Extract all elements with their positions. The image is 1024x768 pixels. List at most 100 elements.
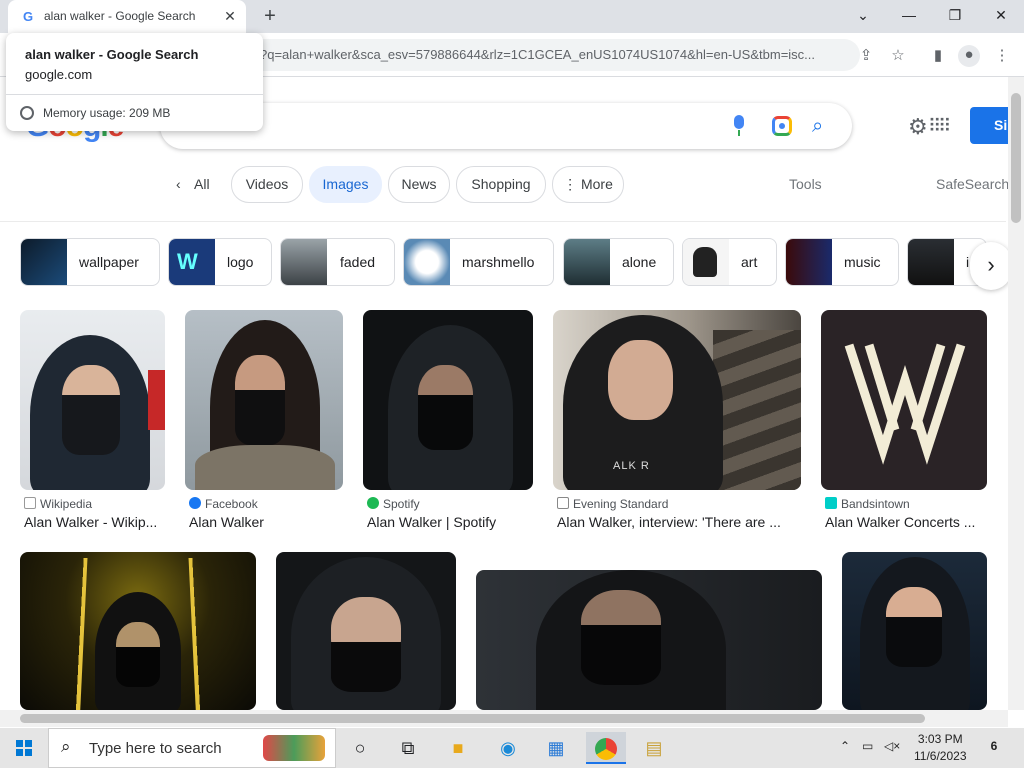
show-hidden-icons-icon[interactable]: ⌃: [840, 739, 850, 753]
notifications-icon[interactable]: 6: [984, 739, 1004, 753]
tab-all[interactable]: All: [194, 166, 210, 203]
safesearch-button[interactable]: SafeSearch: [936, 176, 1009, 192]
pill-label: music: [844, 254, 881, 270]
search-input[interactable]: [160, 103, 852, 149]
start-button[interactable]: [0, 728, 48, 768]
result-image[interactable]: ALK R: [553, 310, 801, 490]
tab-news[interactable]: News: [388, 166, 450, 203]
pill-label: i: [966, 254, 970, 270]
result-caption[interactable]: Alan Walker: [189, 514, 343, 530]
tab-videos[interactable]: Videos: [231, 166, 303, 203]
result-image[interactable]: [276, 552, 456, 710]
file-explorer-icon[interactable]: ■: [438, 732, 478, 764]
horizontal-scroll-thumb[interactable]: [20, 714, 925, 723]
related-search-pill[interactable]: wallpaper: [20, 238, 160, 286]
search-icon[interactable]: ⌕: [812, 115, 823, 138]
result-image[interactable]: [20, 552, 256, 710]
chrome-icon[interactable]: [586, 732, 626, 764]
hover-card-memory: Memory usage: 209 MB: [43, 106, 171, 120]
browser-tab[interactable]: G alan walker - Google Search ✕: [8, 0, 246, 33]
evening-standard-icon: [557, 497, 569, 509]
pill-thumbnail: [683, 239, 729, 285]
taskbar-search-box[interactable]: ⌕ Type here to search: [48, 728, 336, 768]
result-image[interactable]: [821, 310, 987, 490]
close-window-button[interactable]: ✕: [978, 0, 1024, 30]
spotify-icon: [367, 497, 379, 509]
result-image[interactable]: [476, 570, 822, 710]
result-image[interactable]: [842, 552, 987, 710]
pill-label: alone: [622, 254, 657, 270]
tab-images[interactable]: Images: [309, 166, 382, 203]
google-lens-icon[interactable]: [772, 116, 792, 136]
url-text: ?q=alan+walker&sca_esv=579886644&rlz=1C1…: [260, 47, 816, 62]
result-source[interactable]: Evening Standard: [557, 497, 668, 511]
related-search-pill[interactable]: W logo: [168, 238, 272, 286]
back-chevron-icon[interactable]: ‹: [176, 166, 181, 203]
result-caption[interactable]: Alan Walker | Spotify: [367, 514, 533, 530]
more-dots-icon: ⋮: [563, 176, 578, 192]
tools-button[interactable]: Tools: [789, 176, 822, 192]
header-divider: [0, 221, 1006, 222]
edge-icon[interactable]: ◉: [488, 732, 528, 764]
taskbar-search-placeholder: Type here to search: [89, 740, 222, 757]
pill-thumbnail: W: [169, 239, 215, 285]
related-search-pill[interactable]: art: [682, 238, 777, 286]
result-source[interactable]: Wikipedia: [24, 497, 92, 511]
result-image[interactable]: [185, 310, 343, 490]
hoodie-print-text: ALK R: [613, 460, 650, 472]
result-source[interactable]: Facebook: [189, 497, 258, 511]
restore-button[interactable]: ❐: [932, 0, 978, 30]
result-caption[interactable]: Alan Walker, interview: 'There are ...: [557, 514, 802, 530]
close-tab-icon[interactable]: ✕: [222, 8, 238, 24]
search-highlight-icon: [263, 735, 325, 761]
horizontal-scrollbar[interactable]: [0, 710, 1008, 727]
windows-logo-icon: [16, 740, 32, 756]
chrome-menu-icon[interactable]: ⋮: [992, 46, 1012, 66]
tab-title: alan walker - Google Search: [44, 9, 196, 23]
tab-more[interactable]: ⋮ More: [552, 166, 624, 203]
pill-label: logo: [227, 254, 254, 270]
vertical-scrollbar[interactable]: [1008, 77, 1024, 710]
pill-thumbnail: [564, 239, 610, 285]
related-search-pill[interactable]: marshmello: [403, 238, 554, 286]
app-icon[interactable]: ▤: [634, 732, 674, 764]
chevron-right-icon[interactable]: ›: [970, 242, 1012, 290]
hover-card-title: alan walker - Google Search: [25, 47, 199, 62]
minimize-button[interactable]: —: [886, 0, 932, 30]
settings-gear-icon[interactable]: ⚙: [908, 114, 928, 140]
related-search-pill[interactable]: faded: [280, 238, 395, 286]
network-icon[interactable]: ▭: [862, 739, 873, 753]
related-search-pill[interactable]: alone: [563, 238, 674, 286]
result-image[interactable]: [20, 310, 165, 490]
new-tab-button[interactable]: +: [258, 4, 282, 28]
tab-shopping[interactable]: Shopping: [456, 166, 546, 203]
tab-more-label: More: [580, 176, 613, 192]
result-source[interactable]: Bandsintown: [825, 497, 910, 511]
related-search-pill[interactable]: music: [785, 238, 899, 286]
cortana-icon[interactable]: ○: [340, 732, 380, 764]
vertical-scroll-thumb[interactable]: [1011, 93, 1021, 223]
facebook-icon: [189, 497, 201, 509]
taskbar-clock[interactable]: 3:03 PM 11/6/2023: [914, 731, 967, 765]
result-image[interactable]: [363, 310, 533, 490]
result-caption[interactable]: Alan Walker Concerts ...: [825, 514, 987, 530]
volume-icon[interactable]: ◁×: [884, 739, 900, 753]
share-icon[interactable]: ⇪: [856, 46, 876, 66]
voice-search-icon[interactable]: [731, 114, 747, 138]
task-view-icon[interactable]: ⧉: [388, 732, 428, 764]
memory-gauge-icon: [20, 106, 34, 120]
notification-count: 6: [990, 739, 998, 753]
side-panel-icon[interactable]: ▮: [928, 46, 948, 66]
walker-logo-icon: [844, 343, 966, 465]
profile-avatar-icon[interactable]: ●: [958, 45, 980, 67]
tab-hover-card: alan walker - Google Search google.com M…: [6, 33, 263, 131]
result-source[interactable]: Spotify: [367, 497, 420, 511]
result-caption[interactable]: Alan Walker - Wikip...: [24, 514, 169, 530]
tab-search-icon[interactable]: ⌄: [840, 0, 886, 30]
hover-card-domain: google.com: [25, 67, 93, 82]
bookmark-star-icon[interactable]: ☆: [888, 46, 908, 66]
store-icon[interactable]: ▦: [536, 732, 576, 764]
google-apps-icon[interactable]: ⠿⠿: [928, 116, 951, 137]
hover-card-divider: [6, 94, 263, 95]
address-bar[interactable]: ?q=alan+walker&sca_esv=579886644&rlz=1C1…: [240, 39, 860, 71]
